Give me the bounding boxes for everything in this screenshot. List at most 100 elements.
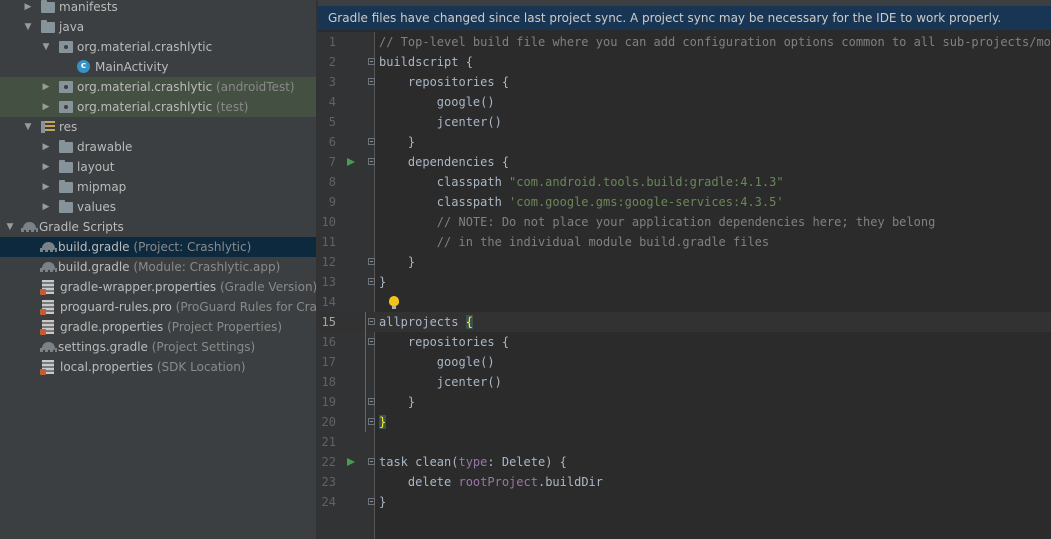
fold-marker-icon[interactable] [368,138,375,145]
tree-item[interactable]: build.gradle (Module: Crashlytic.app) [0,257,316,277]
code-line[interactable]: 14 [318,292,1051,312]
line-number: 10 [321,215,336,229]
expand-arrow-right-icon[interactable]: ▶ [40,177,52,197]
line-number: 20 [321,415,336,429]
code-line[interactable]: 15 allprojects { [318,312,1051,332]
code-line[interactable]: 18 jcenter() [318,372,1051,392]
code-token: // NOTE: Do not place your application d… [379,215,936,229]
code-line[interactable]: 13} [318,272,1051,292]
fold-marker-icon[interactable] [368,418,375,425]
expand-arrow-right-icon[interactable]: ▶ [40,97,52,117]
code-line[interactable]: 3 repositories { [318,72,1051,92]
code-token: } [379,415,387,429]
tree-item[interactable]: gradle-wrapper.properties (Gradle Versio… [0,277,316,297]
run-gutter-icon[interactable] [347,458,355,466]
code-token: allprojects [379,315,466,329]
line-number: 5 [328,115,336,129]
code-line[interactable]: 17 google() [318,352,1051,372]
code-line[interactable]: 11 // in the individual module build.gra… [318,232,1051,252]
code-text: // NOTE: Do not place your application d… [379,212,936,232]
code-token: repositories { [379,335,510,349]
code-token: google() [379,95,495,109]
tree-item[interactable]: ▶ org.material.crashlytic (androidTest) [0,77,316,97]
code-line[interactable]: 8 classpath "com.android.tools.build:gra… [318,172,1051,192]
code-token: } [379,255,416,269]
code-line[interactable]: 6 } [318,132,1051,152]
tree-item-name: Gradle Scripts [39,220,124,234]
tree-item[interactable]: build.gradle (Project: Crashlytic) [0,237,316,257]
fold-marker-icon[interactable] [368,318,375,325]
tree-item-name: values [77,200,117,214]
tree-item[interactable]: proguard-rules.pro (ProGuard Rules for C… [0,297,316,317]
tree-item[interactable]: ▶ mipmap [0,177,316,197]
code-line[interactable]: 10 // NOTE: Do not place your applicatio… [318,212,1051,232]
fold-marker-icon[interactable] [368,398,375,405]
tree-item[interactable]: ▼ Gradle Scripts [0,217,316,237]
code-line[interactable]: 20} [318,412,1051,432]
tree-item-label: local.properties (SDK Location) [60,357,246,377]
code-line[interactable]: 7 dependencies { [318,152,1051,172]
tree-item-label: gradle.properties (Project Properties) [60,317,282,337]
fold-marker-icon[interactable] [368,278,375,285]
expand-arrow-down-icon[interactable]: ▼ [22,117,34,137]
fold-marker-icon[interactable] [368,258,375,265]
code-token: rootProject [458,475,538,489]
line-number: 3 [328,75,336,89]
tree-item-name: local.properties [60,360,154,374]
code-line[interactable]: 5 jcenter() [318,112,1051,132]
tree-item[interactable]: ▶ values [0,197,316,217]
code-line[interactable]: 22 task clean(type: Delete) { [318,452,1051,472]
tree-item-name: java [59,20,85,34]
expand-arrow-right-icon[interactable]: ▶ [40,77,52,97]
fold-marker-icon[interactable] [368,338,375,345]
tree-item-label: org.material.crashlytic [77,37,212,57]
expand-arrow-down-icon[interactable]: ▼ [22,17,34,37]
expand-arrow-right-icon[interactable]: ▶ [22,0,34,17]
expand-arrow-down-icon[interactable]: ▼ [40,37,52,57]
tree-item[interactable]: ▶ drawable [0,137,316,157]
tree-item[interactable]: gradle.properties (Project Properties) [0,317,316,337]
expand-arrow-right-icon[interactable]: ▶ [40,197,52,217]
tree-item[interactable]: ▶ manifests [0,0,316,17]
code-line[interactable]: 16 repositories { [318,332,1051,352]
properties-icon [40,280,54,295]
tree-item[interactable]: ▶ layout [0,157,316,177]
code-line[interactable]: 19 } [318,392,1051,412]
code-line[interactable]: 21 [318,432,1051,452]
line-number: 11 [321,235,336,249]
intention-bulb-icon[interactable] [389,296,399,309]
code-token: // in the individual module build.gradle… [379,235,770,249]
run-gutter-icon[interactable] [347,158,355,166]
fold-marker-icon[interactable] [368,158,375,165]
package-icon [59,101,73,113]
code-line[interactable]: 9 classpath 'com.google.gms:google-servi… [318,192,1051,212]
code-line[interactable]: 4 google() [318,92,1051,112]
tree-item[interactable]: ▼ org.material.crashlytic [0,37,316,57]
fold-marker-icon[interactable] [368,78,375,85]
fold-marker-icon[interactable] [368,58,375,65]
tree-item[interactable]: settings.gradle (Project Settings) [0,337,316,357]
code-text: google() [379,352,495,372]
tree-item[interactable]: ▼ res [0,117,316,137]
code-token: } [379,495,387,509]
tree-item-label: MainActivity [95,57,169,77]
tree-item[interactable]: ▼ java [0,17,316,37]
line-number: 4 [328,95,336,109]
expand-arrow-right-icon[interactable]: ▶ [40,157,52,177]
code-line[interactable]: 2 buildscript { [318,52,1051,72]
code-line[interactable]: 1 // Top-level build file where you can a… [318,32,1051,52]
fold-marker-icon[interactable] [368,458,375,465]
code-line[interactable]: 12 } [318,252,1051,272]
expand-arrow-right-icon[interactable]: ▶ [40,137,52,157]
expand-arrow-down-icon[interactable]: ▼ [4,217,16,237]
code-line[interactable]: 23 delete rootProject.buildDir [318,472,1051,492]
code-editor[interactable]: Gradle files have changed since last pro… [318,0,1051,539]
fold-marker-icon[interactable] [368,498,375,505]
code-text: classpath 'com.google.gms:google-service… [379,192,784,212]
tree-item[interactable]: ▶ org.material.crashlytic (test) [0,97,316,117]
scope-indicator [365,312,366,432]
code-line[interactable]: 24} [318,492,1051,512]
code-text: google() [379,92,495,112]
tree-item[interactable]: local.properties (SDK Location) [0,357,316,377]
tree-item[interactable]: c MainActivity [0,57,316,77]
